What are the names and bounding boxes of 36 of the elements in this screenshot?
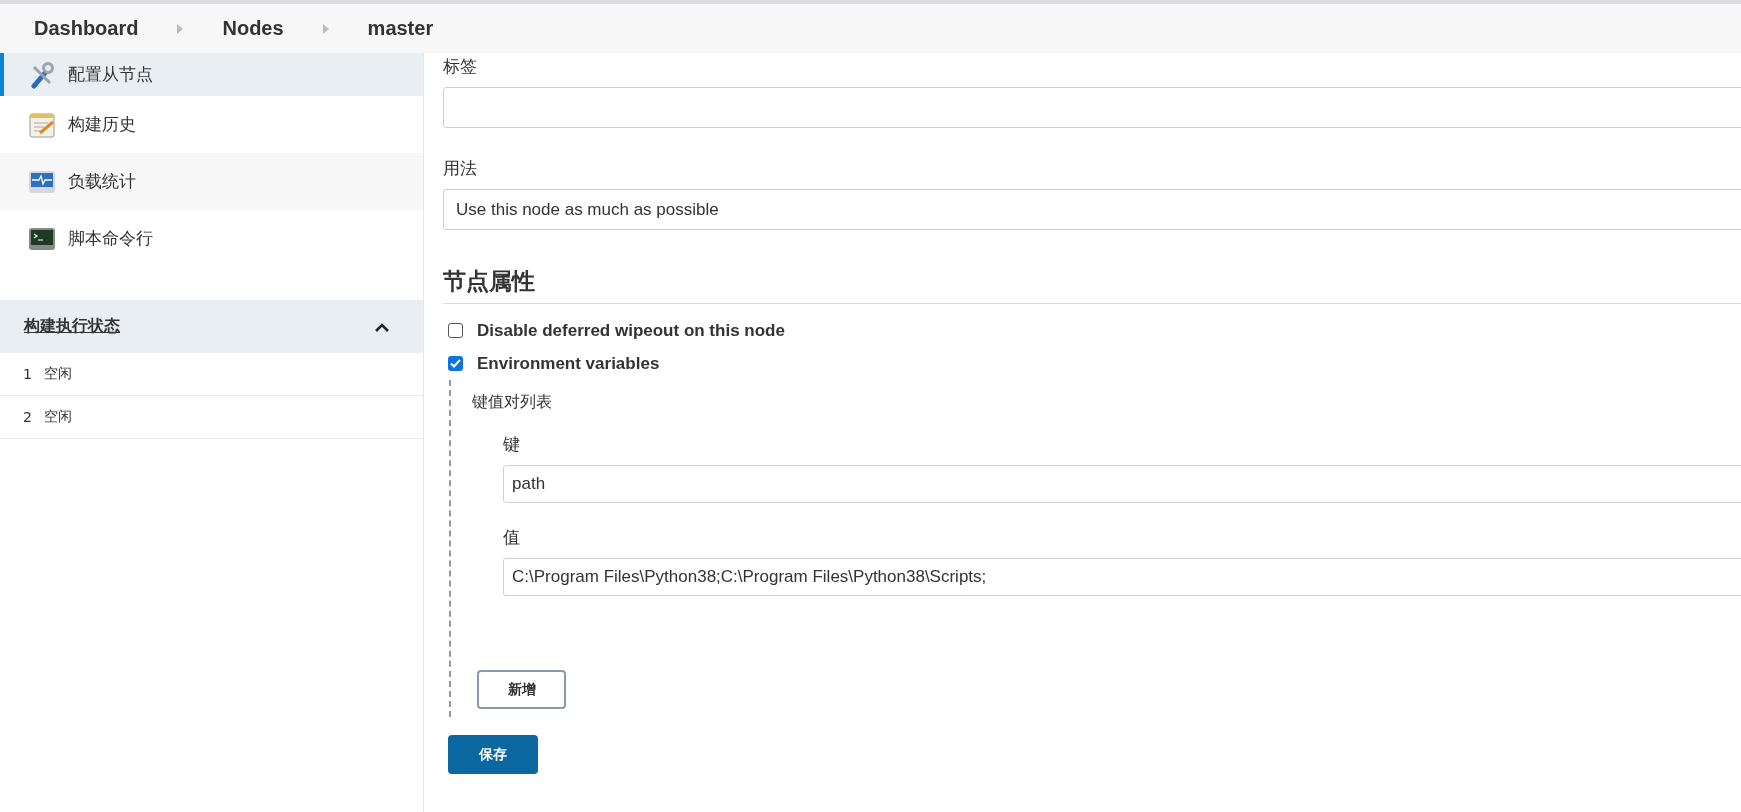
sidebar-item-label: 负载统计 (68, 170, 136, 193)
tools-icon (28, 60, 56, 89)
sidebar-item[interactable]: 配置从节点 (0, 53, 423, 96)
checkbox[interactable] (448, 323, 463, 338)
notepad-icon (28, 110, 56, 139)
key-input-field[interactable]: path (503, 465, 1741, 503)
executor-panel-title[interactable]: 构建执行状态 (24, 316, 120, 337)
sidebar-item-label: 脚本命令行 (68, 227, 153, 250)
option-label: Environment variables (477, 353, 660, 374)
breadcrumb-link[interactable]: Dashboard (34, 17, 139, 40)
chevron-icon (176, 22, 185, 35)
field-label: 键 (503, 433, 521, 456)
option-row[interactable]: Disable deferred wipeout on this node (443, 314, 1741, 347)
executor-number: 2 (23, 409, 32, 425)
chevron-icon (321, 22, 330, 35)
sidebar-item-label: 配置从节点 (68, 63, 153, 86)
labels-input-field[interactable] (443, 87, 1741, 128)
usage-select[interactable]: Use this node as much as possible (443, 189, 1741, 230)
sidebar-item[interactable]: 负载统计 (0, 153, 423, 210)
executor-status: 空闲 (43, 365, 72, 383)
checkbox[interactable] (448, 356, 463, 371)
breadcrumb-link[interactable]: Nodes (222, 17, 284, 40)
save-button[interactable]: 保存 (448, 735, 538, 774)
value-input-field[interactable]: C:\Program Files\Python38;C:\Program Files\Python38\Scripts; (503, 558, 1741, 596)
breadcrumb-link[interactable]: master (367, 17, 434, 40)
option-label: Disable deferred wipeout on this node (477, 320, 785, 341)
field-label: 值 (503, 526, 521, 549)
field-label: 标签 (443, 55, 478, 78)
sidebar-item-label: 构建历史 (68, 113, 136, 136)
add-button[interactable]: 新增 (477, 670, 566, 709)
section-heading: 节点属性 (443, 266, 1741, 304)
field-label: 用法 (443, 157, 478, 180)
executor-status: 空闲 (43, 408, 72, 426)
list-title: 键值对列表 (472, 392, 553, 413)
option-row[interactable]: Environment variables (443, 347, 1741, 380)
executor-number: 1 (23, 366, 32, 382)
